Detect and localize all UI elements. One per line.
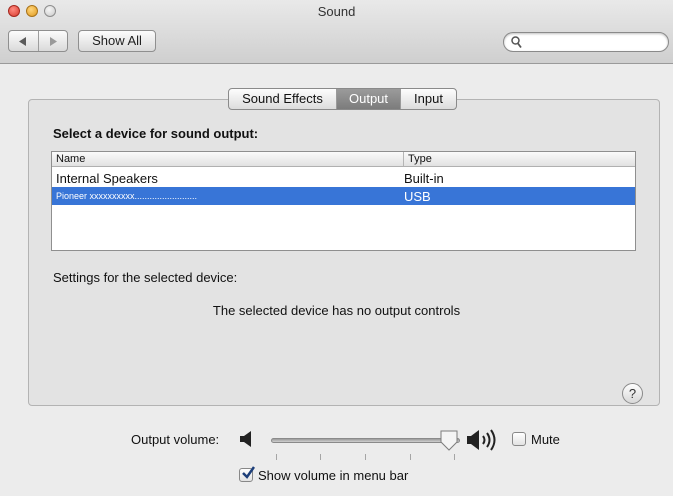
help-button[interactable]: ?	[622, 383, 643, 404]
checkmark-icon	[242, 466, 255, 479]
speaker-low-icon	[240, 431, 251, 447]
volume-slider-thumb[interactable]	[439, 429, 459, 451]
slider-tick	[410, 454, 411, 460]
search-field[interactable]	[503, 32, 669, 52]
search-input[interactable]	[526, 35, 662, 49]
sound-preferences-window: Sound Show All Sound Effects Output Inpu…	[0, 0, 673, 496]
mute-checkbox[interactable]	[512, 432, 526, 446]
table-header: Name Type	[52, 152, 635, 167]
show-volume-checkbox[interactable]	[239, 466, 255, 482]
device-type: Built-in	[404, 171, 444, 186]
back-forward-control	[8, 30, 68, 52]
slider-tick	[454, 454, 455, 460]
device-type: USB	[404, 189, 431, 204]
table-row-selected[interactable]: Pioneer xxxxxxxxxx......................…	[52, 187, 635, 205]
show-all-button[interactable]: Show All	[78, 30, 156, 52]
volume-slider[interactable]	[271, 438, 460, 443]
show-volume-label[interactable]: Show volume in menu bar	[258, 468, 408, 483]
column-header-name[interactable]: Name	[56, 153, 85, 165]
output-volume-label: Output volume:	[131, 432, 220, 447]
question-mark-icon: ?	[628, 386, 637, 401]
speaker-high-icon	[467, 429, 496, 451]
tab-input[interactable]: Input	[400, 89, 456, 109]
output-device-table: Name Type Internal Speakers Built-in Pio…	[51, 151, 636, 251]
no-output-controls-message: The selected device has no output contro…	[212, 303, 461, 318]
back-button[interactable]	[9, 31, 38, 51]
slider-tick	[365, 454, 366, 460]
tab-panel	[28, 99, 660, 406]
mute-label[interactable]: Mute	[531, 432, 560, 447]
select-device-heading: Select a device for sound output:	[53, 126, 259, 141]
forward-arrow-icon	[49, 36, 57, 46]
magnifier-icon	[511, 36, 522, 49]
column-header-type[interactable]: Type	[403, 152, 432, 166]
slider-tick	[320, 454, 321, 460]
device-name: Pioneer xxxxxxxxxx......................…	[56, 191, 198, 201]
tab-output[interactable]: Output	[336, 89, 400, 109]
window-title: Sound	[317, 4, 356, 19]
toolbar: Sound Show All	[0, 0, 673, 64]
back-arrow-icon	[19, 36, 27, 46]
volume-slider-ticks	[276, 454, 456, 460]
table-row[interactable]: Internal Speakers Built-in	[52, 169, 635, 187]
settings-heading: Settings for the selected device:	[53, 270, 238, 285]
tab-sound-effects[interactable]: Sound Effects	[229, 89, 336, 109]
device-name: Internal Speakers	[56, 171, 158, 186]
forward-button[interactable]	[37, 31, 67, 51]
tab-bar: Sound Effects Output Input	[228, 88, 457, 110]
slider-tick	[276, 454, 277, 460]
